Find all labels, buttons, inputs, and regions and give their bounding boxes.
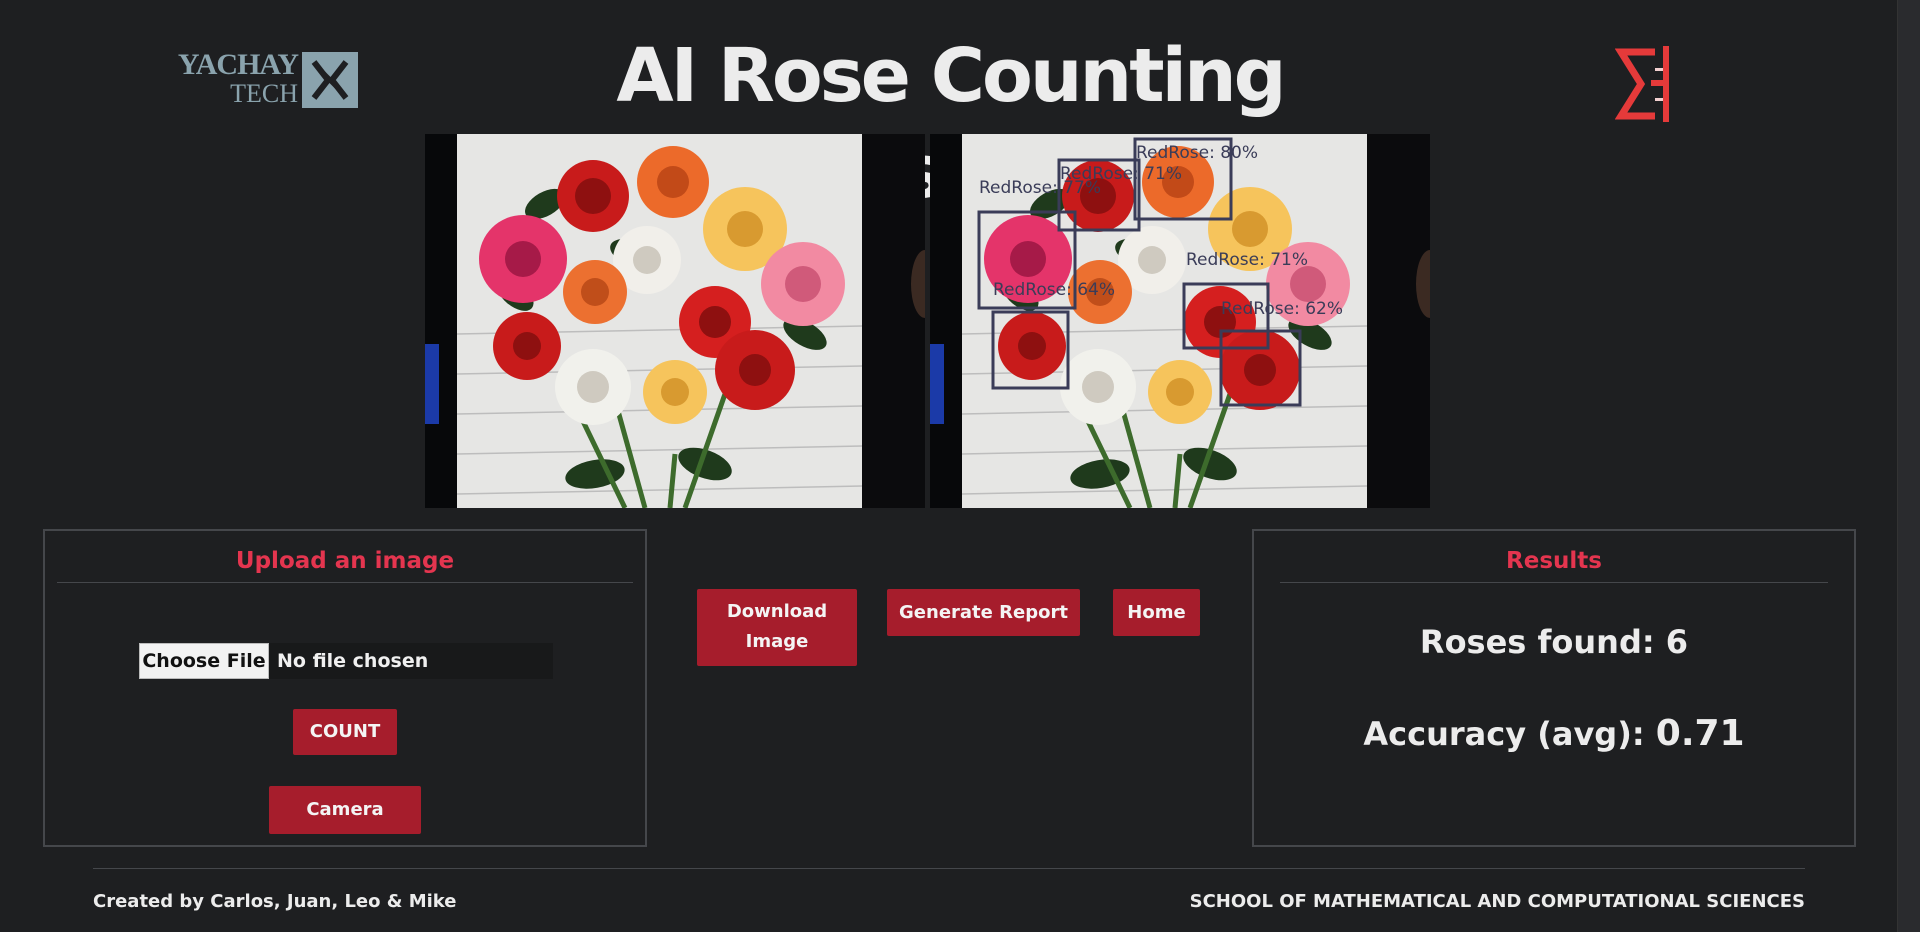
download-label-line2: Image: [745, 631, 809, 652]
file-input[interactable]: Choose File No file chosen: [139, 643, 553, 679]
file-status: No file chosen: [277, 650, 429, 672]
camera-button[interactable]: Camera: [269, 786, 421, 834]
roses-found: Roses found: 6: [1419, 623, 1689, 661]
results-title: Results: [1506, 548, 1602, 574]
results-panel: Results Roses found: 6 Accuracy (avg): 0…: [1252, 529, 1856, 847]
results-divider: [1280, 582, 1828, 583]
detection-label: RedRose: 64%: [993, 280, 1115, 300]
generate-report-button[interactable]: Generate Report: [887, 589, 1080, 636]
accuracy-label: Accuracy (avg):: [1363, 715, 1656, 753]
choose-file-button[interactable]: Choose File: [139, 643, 269, 679]
footer-school: SCHOOL OF MATHEMATICAL AND COMPUTATIONAL…: [1189, 891, 1805, 912]
yachay-tech-logo[interactable]: YACHAY TECH: [148, 50, 360, 110]
footer-credits: Created by Carlos, Juan, Leo & Mike: [93, 891, 457, 912]
detection-label: RedRose: 80%: [1136, 143, 1258, 163]
page: YACHAY TECH AI Rose Counting System: [0, 0, 1920, 932]
accuracy-line: Accuracy (avg): 0.71: [1254, 713, 1854, 754]
yachay-icon: [302, 52, 358, 108]
accuracy-value: 0.71: [1655, 713, 1745, 754]
detected-image: RedRose: 80% RedRose: 71% RedRose: 77% R…: [930, 134, 1430, 508]
footer-divider: [93, 868, 1805, 869]
logo-line-2: TECH: [230, 79, 298, 108]
home-button[interactable]: Home: [1113, 589, 1200, 636]
detection-label: RedRose: 71%: [1186, 250, 1308, 270]
upload-title: Upload an image: [235, 548, 455, 574]
upload-divider: [57, 582, 633, 583]
detection-label: RedRose: 62%: [1221, 299, 1343, 319]
logo-line-1: YACHAY: [177, 48, 299, 81]
upload-panel: Upload an image Choose File No file chos…: [43, 529, 647, 847]
count-button[interactable]: COUNT: [293, 709, 397, 755]
scrollbar[interactable]: [1897, 0, 1920, 932]
detection-label: RedRose: 77%: [979, 178, 1101, 198]
original-image: [425, 134, 925, 508]
download-label-line1: Download: [726, 601, 828, 622]
download-image-button[interactable]: Download Image: [697, 589, 857, 666]
sigma-e-logo[interactable]: [1614, 44, 1675, 124]
